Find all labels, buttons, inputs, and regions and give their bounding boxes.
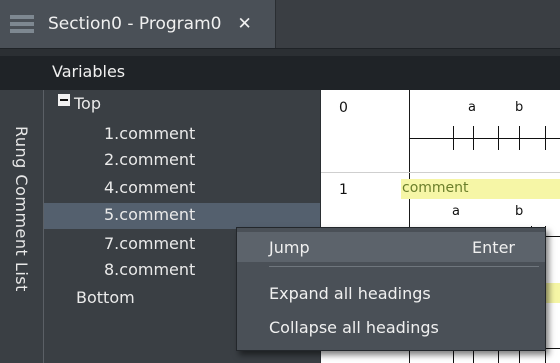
contact-bar[interactable] — [453, 126, 454, 150]
tree-item-label: 5.comment — [104, 205, 196, 224]
tree-item-label: 2.comment — [104, 150, 196, 169]
tree-item-label: 4.comment — [104, 178, 196, 197]
variables-bar[interactable]: Variables — [0, 56, 560, 90]
menu-item-label: Expand all headings — [269, 284, 431, 303]
tree-item-1-comment[interactable]: 1.comment — [44, 122, 320, 148]
tree-item-5-comment[interactable]: 5.comment — [44, 203, 320, 229]
tree-item-label: 8.comment — [104, 260, 196, 279]
tab-section0-program0[interactable]: Section0 - Program0 ✕ — [0, 0, 276, 48]
tree-item-2-comment[interactable]: 2.comment — [44, 148, 320, 174]
tab-title: Section0 - Program0 — [48, 14, 222, 34]
tree-item-top[interactable]: Top — [44, 92, 320, 118]
contact-bar[interactable] — [519, 126, 520, 150]
context-menu: Jump Enter Expand all headings Collapse … — [236, 227, 546, 351]
close-icon[interactable]: ✕ — [237, 14, 251, 34]
contact-bar[interactable] — [545, 126, 546, 150]
collapse-icon[interactable] — [58, 94, 70, 106]
rung-comment-list-label: Rung Comment List — [12, 126, 31, 292]
tree-item-label: 7.comment — [104, 234, 196, 253]
contact-variable: a — [452, 204, 460, 219]
rung-comment-list-tab[interactable]: Rung Comment List — [0, 90, 44, 363]
rung-number: 0 — [339, 100, 348, 116]
contact-variable: a — [468, 100, 476, 115]
contact-variable: b — [515, 100, 524, 115]
menu-item-expand-all-headings[interactable]: Expand all headings — [237, 278, 545, 308]
tab-strip-empty — [277, 0, 560, 48]
contact-bar[interactable] — [498, 126, 499, 150]
menu-item-collapse-all-headings[interactable]: Collapse all headings — [237, 312, 545, 342]
tab-strip: Section0 - Program0 ✕ — [0, 0, 560, 49]
tree-item-label: Bottom — [76, 288, 135, 307]
menu-item-label: Collapse all headings — [269, 318, 439, 337]
rung-number: 1 — [339, 182, 348, 198]
grip-icon — [10, 13, 36, 35]
contact-bar[interactable] — [473, 126, 474, 150]
menu-item-shortcut: Enter — [472, 238, 515, 257]
tree-item-label: Top — [74, 94, 101, 113]
menu-item-jump[interactable]: Jump Enter — [237, 232, 545, 262]
contact-variable: b — [515, 204, 524, 219]
variables-label: Variables — [52, 62, 126, 81]
rung-separator — [321, 172, 560, 173]
menu-item-label: Jump — [269, 238, 310, 257]
tree-item-4-comment[interactable]: 4.comment — [44, 176, 320, 202]
rung-wire — [409, 138, 560, 139]
rung-comment[interactable]: comment — [402, 180, 469, 196]
menu-divider — [269, 266, 539, 267]
tree-item-label: 1.comment — [104, 124, 196, 143]
